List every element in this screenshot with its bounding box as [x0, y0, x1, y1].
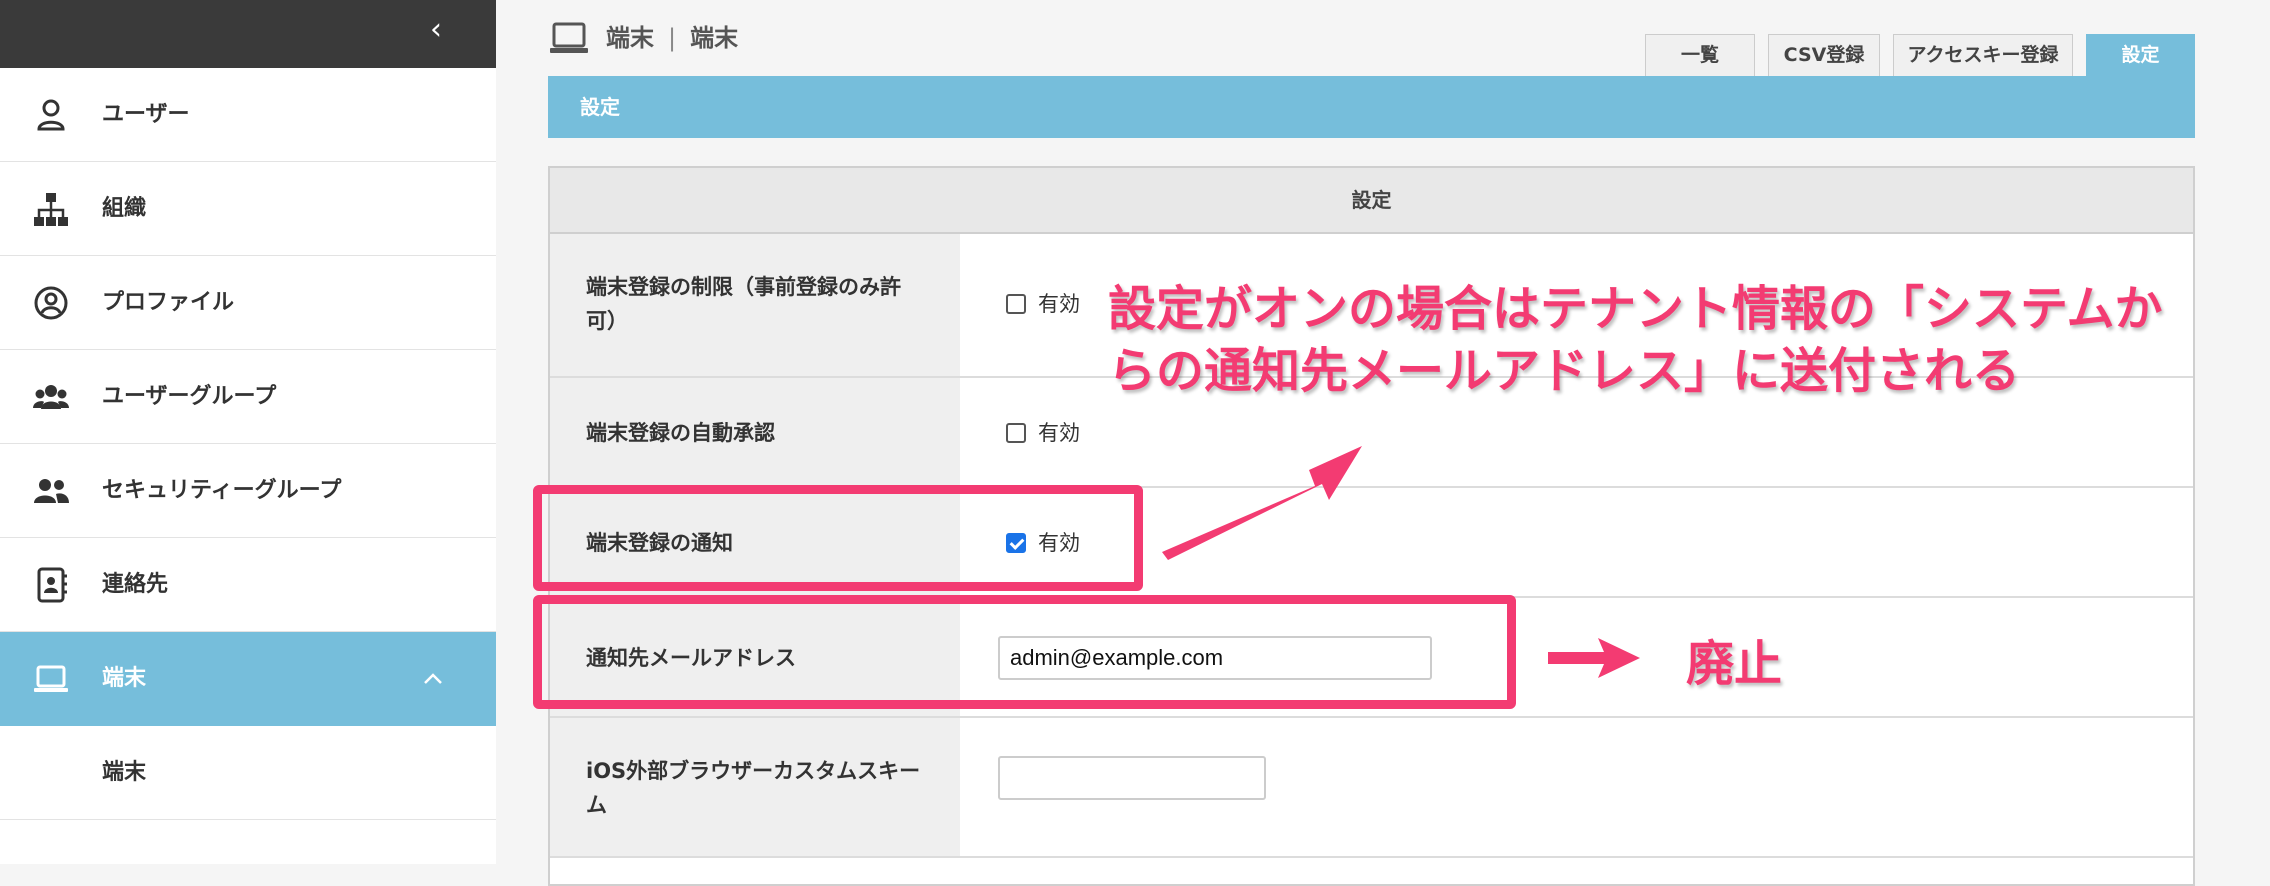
annotation-note-line2: らの通知先メールアドレス」に送付される — [1108, 343, 2021, 399]
arrow-to-deprecated — [1548, 638, 1640, 678]
annotation-note-line1: 設定がオンの場合はテナント情報の「システムか — [1108, 281, 2163, 337]
arrow-to-note — [1162, 446, 1362, 560]
annotation-note: 設定がオンの場合はテナント情報の「システムか らの通知先メールアドレス」に送付さ… — [1108, 278, 2163, 402]
annotation-arrows — [1162, 446, 1640, 678]
annotation-deprecated: 廃止 — [1686, 636, 1783, 692]
